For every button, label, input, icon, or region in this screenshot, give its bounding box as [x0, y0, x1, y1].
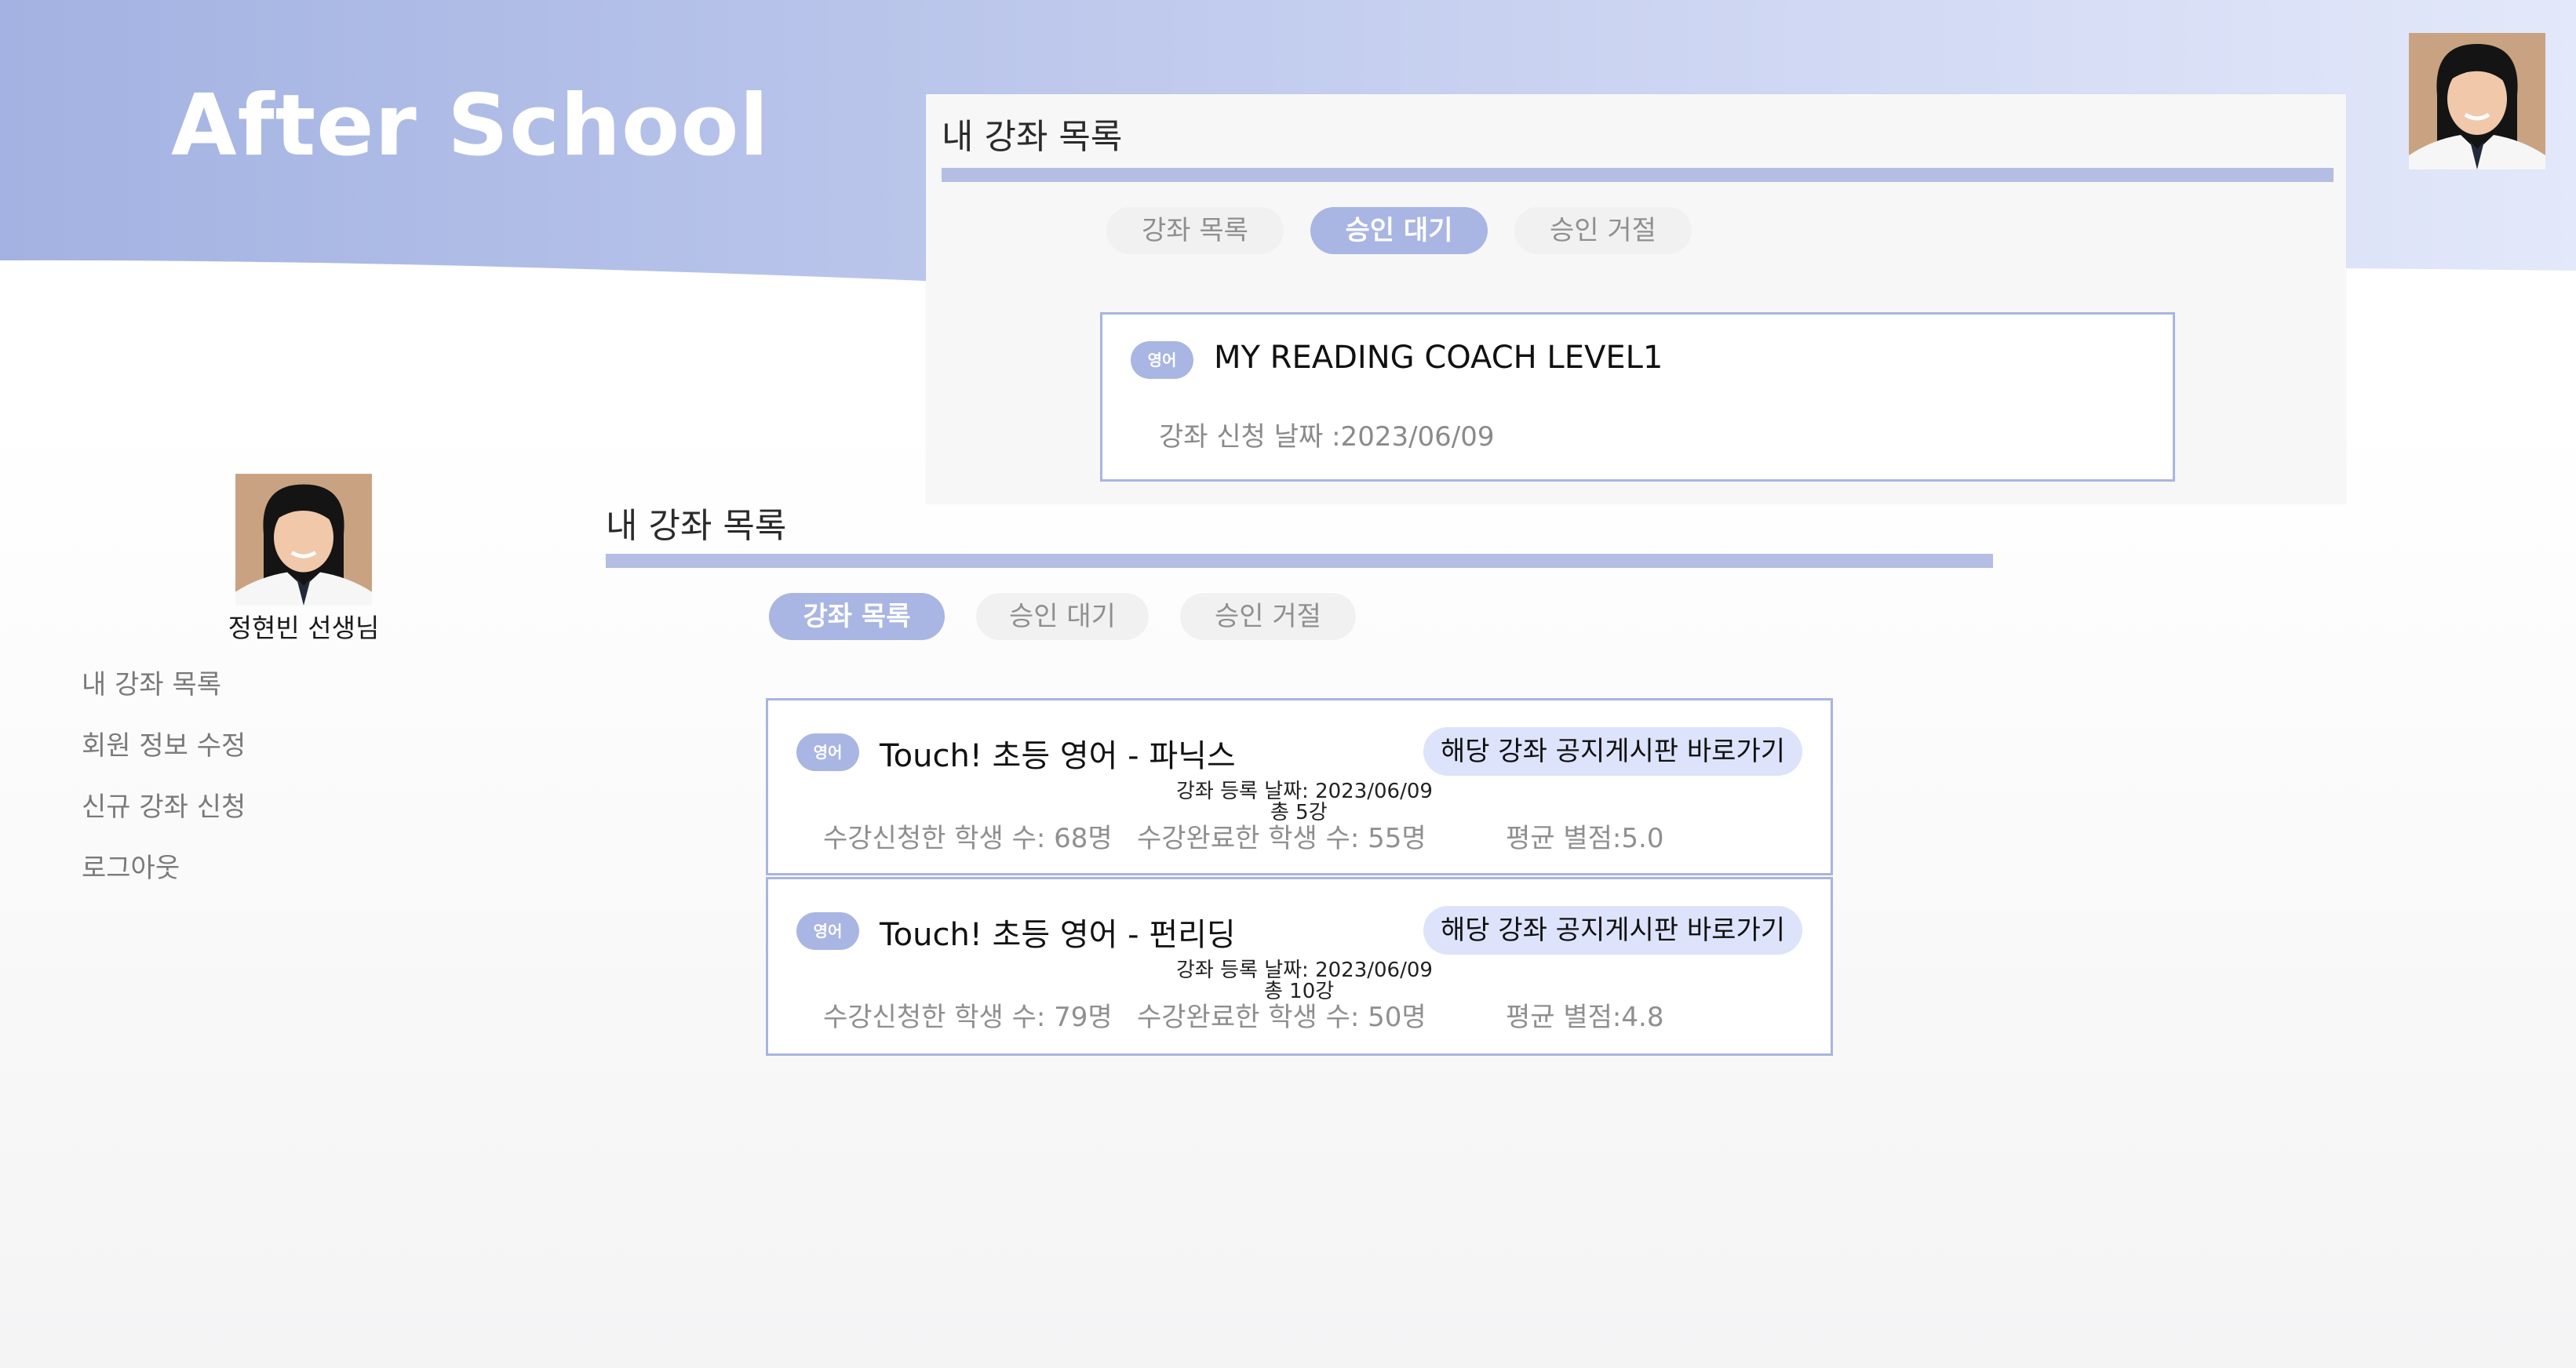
- teacher-photo-icon: [235, 474, 372, 606]
- applied-date: 강좌 신청 날짜 :2023/06/09: [1159, 421, 1495, 453]
- tab-course-list[interactable]: 강좌 목록: [1106, 207, 1284, 254]
- pending-panel: 내 강좌 목록 강좌 목록 승인 대기 승인 거절 영어 MY READING …: [926, 94, 2346, 504]
- title-divider: [942, 168, 2334, 182]
- pending-course-card[interactable]: 영어 MY READING COACH LEVEL1 강좌 신청 날짜 :202…: [1100, 312, 2175, 482]
- sidebar-item-my-courses[interactable]: 내 강좌 목록: [82, 667, 246, 728]
- subject-badge: 영어: [796, 733, 859, 771]
- sidebar-item-logout[interactable]: 로그아웃: [82, 850, 246, 911]
- sidebar-nav: 내 강좌 목록 회원 정보 수정 신규 강좌 신청 로그아웃: [82, 667, 246, 911]
- course-card[interactable]: 영어 Touch! 초등 영어 - 펀리딩 해당 강좌 공지게시판 바로가기 강…: [766, 877, 1833, 1056]
- subject-badge: 영어: [1131, 341, 1193, 379]
- main-panel-title: 내 강좌 목록: [606, 506, 787, 546]
- tab-pending[interactable]: 승인 대기: [976, 593, 1149, 640]
- subject-badge: 영어: [796, 912, 859, 950]
- completed-count: 수강완료한 학생 수: 50명: [1137, 1002, 1426, 1033]
- completed-count: 수강완료한 학생 수: 55명: [1137, 823, 1426, 854]
- average-rating: 평균 별점:4.8: [1506, 1002, 1664, 1033]
- title-divider: [606, 554, 1993, 568]
- course-title: MY READING COACH LEVEL1: [1214, 340, 1663, 376]
- profile-avatar: [235, 474, 372, 606]
- pending-panel-title: 내 강좌 목록: [942, 117, 1123, 157]
- average-rating: 평균 별점:5.0: [1506, 823, 1664, 854]
- teacher-photo-icon: [2409, 33, 2545, 169]
- notice-board-button[interactable]: 해당 강좌 공지게시판 바로가기: [1423, 906, 1802, 955]
- tab-pending[interactable]: 승인 대기: [1310, 207, 1488, 254]
- sidebar-item-edit-profile[interactable]: 회원 정보 수정: [82, 728, 246, 789]
- tab-rejected[interactable]: 승인 거절: [1180, 593, 1356, 640]
- course-card[interactable]: 영어 Touch! 초등 영어 - 파닉스 해당 강좌 공지게시판 바로가기 강…: [766, 698, 1833, 875]
- course-title: Touch! 초등 영어 - 펀리딩: [880, 917, 1236, 953]
- header-avatar[interactable]: [2409, 33, 2545, 169]
- enrolled-count: 수강신청한 학생 수: 79명: [823, 1002, 1113, 1033]
- app-title: After School: [171, 77, 770, 175]
- tab-rejected[interactable]: 승인 거절: [1514, 207, 1692, 254]
- tab-course-list[interactable]: 강좌 목록: [769, 593, 945, 640]
- notice-board-button[interactable]: 해당 강좌 공지게시판 바로가기: [1423, 727, 1802, 776]
- course-title: Touch! 초등 영어 - 파닉스: [880, 738, 1236, 774]
- sidebar-item-new-course[interactable]: 신규 강좌 신청: [82, 789, 246, 850]
- teacher-name: 정현빈 선생님: [228, 613, 380, 643]
- enrolled-count: 수강신청한 학생 수: 68명: [823, 823, 1113, 854]
